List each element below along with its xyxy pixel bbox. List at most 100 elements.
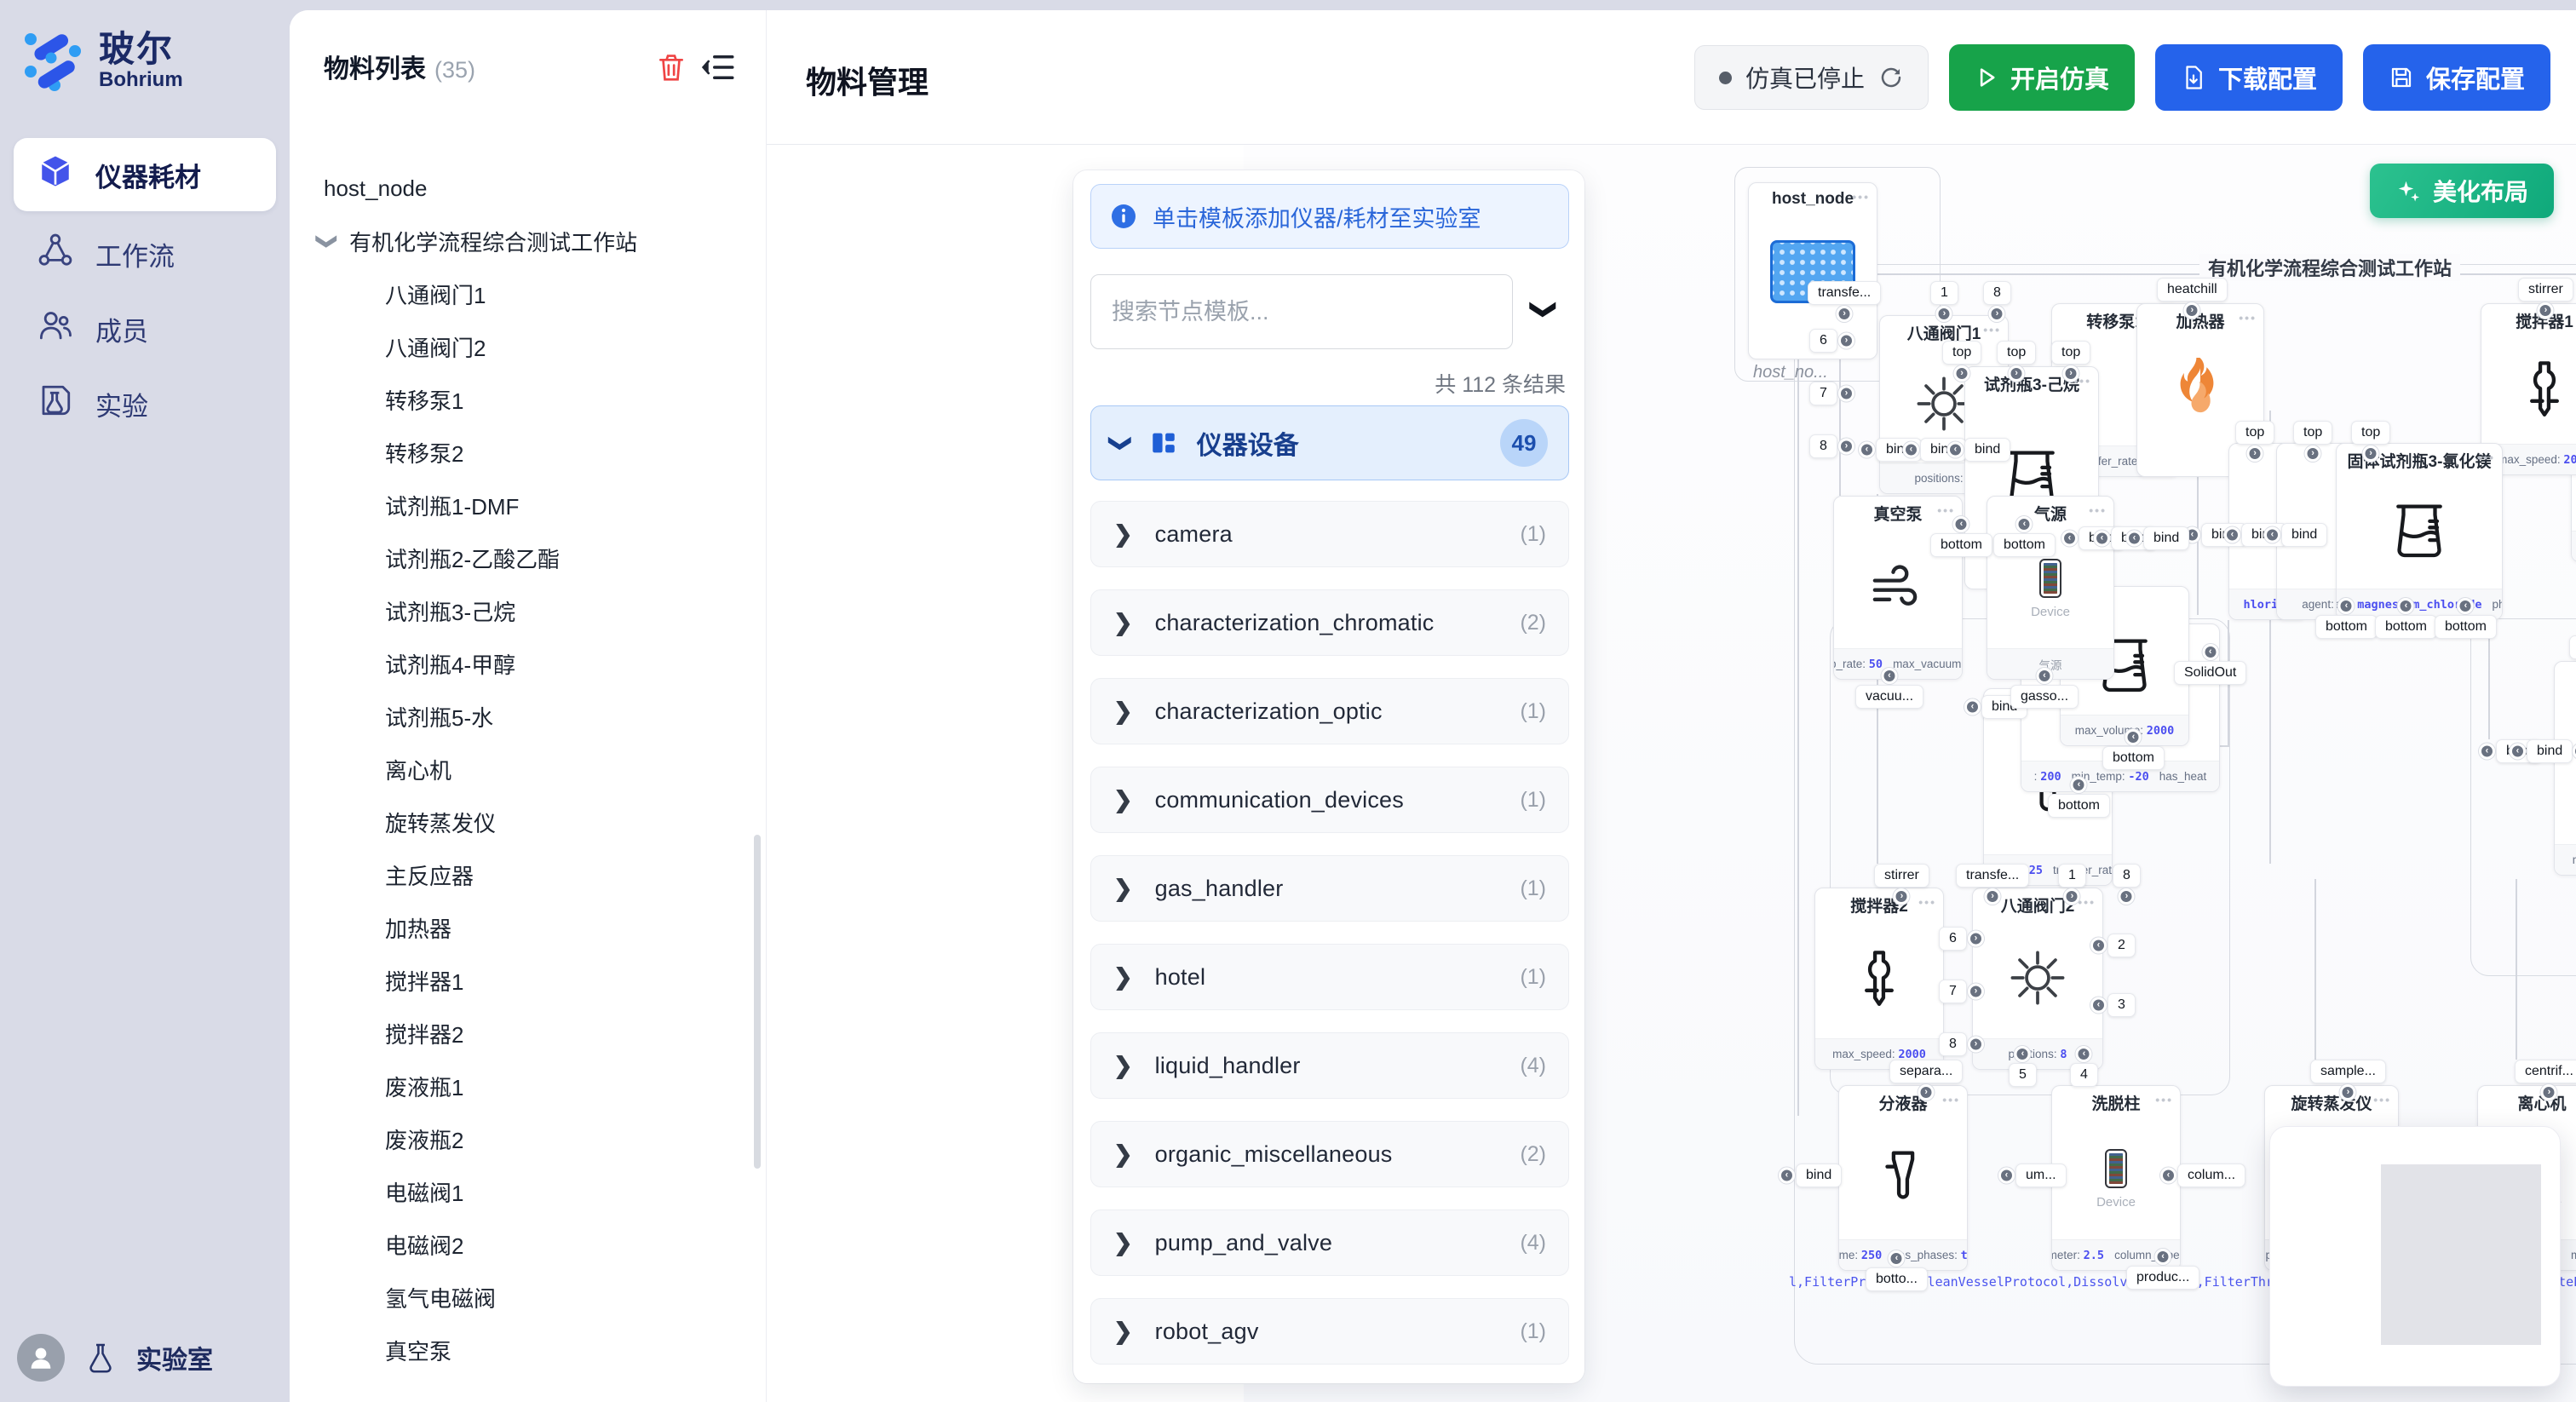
port-connector-icon[interactable]: ‹	[1947, 442, 1964, 458]
category-item-hotel[interactable]: ❯hotel(1)	[1090, 944, 1569, 1010]
port-chip-bind[interactable]: bind‹	[1964, 438, 2010, 462]
port-chip-bottom[interactable]: bottom‹	[1930, 533, 1992, 557]
node-气源[interactable]: 气源•••Device气源	[1987, 496, 2114, 680]
beautify-layout-button[interactable]: 美化布局	[2370, 164, 2554, 218]
port-connector-icon[interactable]: ‹	[2094, 531, 2110, 547]
port-chip-colum[interactable]: colum...‹	[2177, 1164, 2245, 1187]
tree-item[interactable]: 转移泵2	[290, 426, 754, 479]
node-固体试剂瓶3-氯化镁[interactable]: 固体试剂瓶3-氯化镁•••agent: magnesium_chlorideph…	[2336, 443, 2503, 620]
port-connector-icon[interactable]: ‹	[2510, 744, 2526, 760]
port-connector-icon[interactable]: ›	[1954, 365, 1970, 382]
port-connector-icon[interactable]: ‹	[2090, 938, 2107, 954]
avatar[interactable]	[17, 1334, 65, 1382]
tree-item[interactable]: 试剂瓶5-水	[290, 690, 754, 743]
port-chip-8[interactable]: 8›	[2113, 864, 2141, 888]
port-connector-icon[interactable]: ›	[2184, 302, 2200, 319]
tree-item[interactable]: 废液瓶2	[290, 1112, 754, 1165]
port-connector-icon[interactable]: ›	[2538, 302, 2554, 319]
tree-item[interactable]: 主反应器	[290, 848, 754, 901]
category-instruments[interactable]: ❯ 仪器设备 49	[1090, 405, 1569, 480]
port-connector-icon[interactable]: ‹	[2126, 531, 2142, 547]
port-connector-icon[interactable]: ‹	[2016, 516, 2033, 532]
sidebar-item-members[interactable]: 成员	[14, 302, 276, 356]
port-connector-icon[interactable]: ›	[2064, 888, 2080, 905]
port-connector-icon[interactable]: ‹	[2202, 644, 2218, 660]
port-chip-bottom[interactable]: bottom‹	[2102, 746, 2165, 770]
tree-group[interactable]: ❯有机化学流程综合测试工作站	[290, 215, 754, 267]
port-chip-stirrer[interactable]: stirrer›	[2518, 278, 2573, 302]
sidebar-item-experiment[interactable]: 实验	[14, 376, 276, 431]
category-item-organic_miscellaneous[interactable]: ❯organic_miscellaneous(2)	[1090, 1121, 1569, 1187]
port-connector-icon[interactable]: ›	[2063, 365, 2079, 382]
port-chip-top[interactable]: top›	[2293, 421, 2332, 445]
node-menu-icon[interactable]: •••	[2373, 1093, 2391, 1106]
port-chip-bind[interactable]: bind‹	[2143, 526, 2189, 550]
port-connector-icon[interactable]: ‹	[2061, 531, 2078, 547]
start-simulation-button[interactable]: 开启仿真	[1949, 44, 2135, 111]
port-chip-8[interactable]: 8›	[1939, 1032, 1967, 1056]
port-connector-icon[interactable]: ›	[2541, 1084, 2557, 1100]
minimap[interactable]	[2269, 1126, 2561, 1387]
port-connector-icon[interactable]: ‹	[1859, 442, 1875, 458]
tree-item[interactable]: 电磁阀1	[290, 1165, 754, 1218]
sidebar-item-cube[interactable]: 仪器耗材	[14, 138, 276, 211]
port-chip-3[interactable]: 3‹	[2107, 993, 2136, 1017]
port-chip-bottom[interactable]: bottom‹	[1993, 533, 2056, 557]
port-connector-icon[interactable]: ‹	[2076, 1046, 2092, 1062]
port-chip-2[interactable]: 2‹	[2107, 934, 2136, 957]
node-分液器[interactable]: 分液器•••volume: 250has_phases: true	[1838, 1085, 1968, 1271]
port-connector-icon[interactable]: ›	[1838, 439, 1854, 455]
tree-item[interactable]: 氢气电磁阀	[290, 1271, 754, 1324]
port-connector-icon[interactable]: ‹	[1779, 1168, 1795, 1184]
port-chip-produc[interactable]: produc...‹	[2126, 1266, 2199, 1290]
save-config-button[interactable]: 保存配置	[2363, 44, 2550, 111]
port-connector-icon[interactable]: ›	[1968, 984, 1984, 1000]
port-connector-icon[interactable]: ‹	[2338, 598, 2355, 614]
tree-item[interactable]: 试剂瓶1-DMF	[290, 479, 754, 531]
port-connector-icon[interactable]: ‹	[2015, 1046, 2031, 1062]
category-item-gas_handler[interactable]: ❯gas_handler(1)	[1090, 855, 1569, 922]
tree-root[interactable]: host_node	[290, 162, 754, 215]
port-chip-botto[interactable]: botto...‹	[1866, 1267, 1928, 1291]
port-connector-icon[interactable]: ‹	[2224, 527, 2240, 543]
node-八通阀门2[interactable]: 八通阀门2•••positions: 8	[1972, 888, 2103, 1070]
port-chip-1[interactable]: 1›	[2058, 864, 2086, 888]
port-connector-icon[interactable]: ›	[1918, 1084, 1935, 1100]
node-menu-icon[interactable]: •••	[2078, 895, 2096, 909]
port-connector-icon[interactable]: ›	[2119, 888, 2135, 905]
port-chip-top[interactable]: top›	[2569, 635, 2576, 659]
category-item-characterization_optic[interactable]: ❯characterization_optic(1)	[1090, 678, 1569, 744]
port-chip-1[interactable]: 1›	[1930, 281, 1958, 305]
port-chip-bottom[interactable]: bottom‹	[2375, 615, 2437, 639]
port-connector-icon[interactable]: ›	[1838, 333, 1854, 349]
port-connector-icon[interactable]: ‹	[2071, 777, 2087, 793]
refresh-icon[interactable]	[1878, 65, 1904, 90]
port-connector-icon[interactable]: ›	[1968, 931, 1984, 947]
port-chip-4[interactable]: 4‹	[2070, 1063, 2098, 1087]
port-connector-icon[interactable]: ‹	[2125, 729, 2142, 745]
tree-item[interactable]: 废液瓶1	[290, 1060, 754, 1112]
tree-item[interactable]: 八通阀门2	[290, 320, 754, 373]
search-input[interactable]	[1090, 274, 1513, 349]
port-connector-icon[interactable]: ‹	[1964, 699, 1981, 715]
port-chip-top[interactable]: top›	[2051, 341, 2090, 365]
port-connector-icon[interactable]: ‹	[2458, 598, 2474, 614]
port-connector-icon[interactable]: ›	[2340, 1084, 2356, 1100]
category-item-pump_and_valve[interactable]: ❯pump_and_valve(4)	[1090, 1210, 1569, 1276]
node-menu-icon[interactable]: •••	[1937, 503, 1955, 517]
category-item-liquid_handler[interactable]: ❯liquid_handler(4)	[1090, 1032, 1569, 1099]
port-connector-icon[interactable]: ‹	[2160, 1168, 2176, 1184]
port-chip-top[interactable]: top›	[1997, 341, 2036, 365]
tree-item[interactable]: 加热器	[290, 901, 754, 954]
simulation-status-pill[interactable]: 仿真已停止	[1694, 45, 1929, 110]
node-menu-icon[interactable]: •••	[1983, 323, 2001, 336]
port-chip-gasso[interactable]: gasso...‹	[2010, 685, 2079, 709]
port-connector-icon[interactable]: ‹	[1903, 442, 1919, 458]
port-chip-top[interactable]: top›	[1942, 341, 1981, 365]
port-chip-stirrer[interactable]: stirrer›	[1874, 864, 1929, 888]
port-connector-icon[interactable]: ›	[1894, 888, 1910, 905]
port-chip-sample[interactable]: sample...›	[2310, 1060, 2386, 1083]
category-item-camera[interactable]: ❯camera(1)	[1090, 501, 1569, 567]
download-config-button[interactable]: 下载配置	[2155, 44, 2343, 111]
node-menu-icon[interactable]: •••	[2477, 451, 2495, 464]
